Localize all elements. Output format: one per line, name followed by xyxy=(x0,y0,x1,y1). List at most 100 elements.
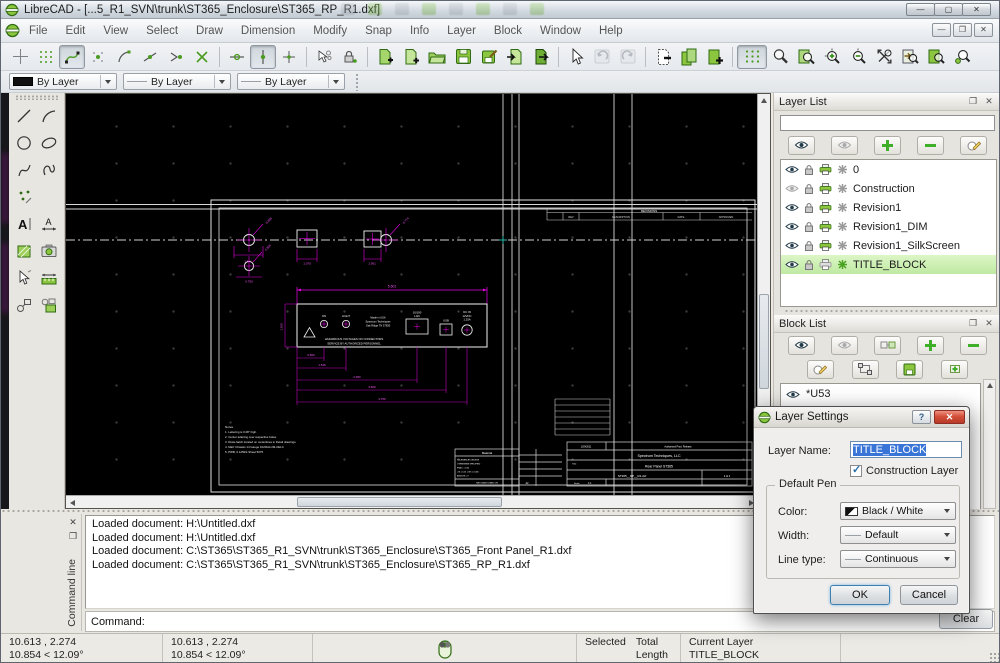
hide-all-blocks-button[interactable] xyxy=(831,336,858,355)
command-input[interactable] xyxy=(149,614,994,630)
block-list-scrollbar[interactable] xyxy=(983,379,996,509)
redo-button[interactable] xyxy=(615,45,641,69)
menu-block[interactable]: Block xyxy=(485,22,531,40)
layer-construction-icon[interactable] xyxy=(837,221,848,232)
snap-distance-button[interactable] xyxy=(276,45,302,69)
zoom-page-button[interactable] xyxy=(923,45,949,69)
zoom-out-button[interactable] xyxy=(845,45,871,69)
hide-all-layers-button[interactable] xyxy=(831,136,858,155)
snap-auto-button[interactable] xyxy=(250,45,276,69)
layer-row-selected[interactable]: TITLE_BLOCK xyxy=(781,255,996,274)
block-edit-tool-button[interactable] xyxy=(37,293,61,316)
maximize-button[interactable]: ▢ xyxy=(934,3,963,16)
layer-visible-icon[interactable] xyxy=(785,222,799,231)
selection-pointer-button[interactable] xyxy=(563,45,589,69)
pen-linetype-combobox[interactable]: By Layer xyxy=(237,73,345,90)
menu-dimension[interactable]: Dimension xyxy=(232,22,304,40)
arc-tool-button[interactable] xyxy=(37,104,61,127)
image-tool-button[interactable] xyxy=(37,239,61,262)
width-combobox[interactable]: Default xyxy=(840,526,956,544)
menu-info[interactable]: Info xyxy=(401,22,438,40)
color-combobox[interactable]: Black / White xyxy=(840,502,956,520)
dialog-close-button[interactable]: ✕ xyxy=(934,410,965,424)
measure-tool-button[interactable] xyxy=(37,266,61,289)
remove-block-button[interactable] xyxy=(960,336,987,355)
snap-middle-button[interactable] xyxy=(224,45,250,69)
menu-view[interactable]: View xyxy=(94,22,137,40)
menu-window[interactable]: Window xyxy=(531,22,590,40)
layer-construction-on-icon[interactable] xyxy=(837,259,848,270)
snap-endpoint-button[interactable] xyxy=(111,45,137,69)
layer-row[interactable]: Revision1_SilkScreen xyxy=(781,236,996,255)
polyline-tool-button[interactable] xyxy=(37,158,61,181)
horizontal-scroll-thumb[interactable] xyxy=(297,497,502,507)
import-button[interactable] xyxy=(502,45,528,69)
save-button[interactable] xyxy=(450,45,476,69)
pen-color-combobox[interactable]: By Layer xyxy=(9,73,117,90)
add-layer-button[interactable] xyxy=(874,136,901,155)
block-create-tool-button[interactable] xyxy=(12,293,36,316)
save-block-button[interactable] xyxy=(896,360,923,379)
layer-print-icon[interactable] xyxy=(819,221,832,232)
copy-button[interactable] xyxy=(676,45,702,69)
dimension-tool-button[interactable]: A xyxy=(37,212,61,235)
grid-toggle-button[interactable] xyxy=(737,45,767,69)
grid-points-button[interactable] xyxy=(33,45,59,69)
dialog-titlebar[interactable]: Layer Settings ? ✕ xyxy=(754,407,969,428)
show-all-blocks-button[interactable] xyxy=(788,336,815,355)
remove-layer-button[interactable] xyxy=(917,136,944,155)
close-button[interactable]: ✕ xyxy=(962,3,991,16)
zoom-previous-button[interactable] xyxy=(897,45,923,69)
line-tool-button[interactable] xyxy=(12,104,36,127)
layer-row[interactable]: 0 xyxy=(781,160,996,179)
menu-file[interactable]: File xyxy=(20,22,57,40)
close-document-button[interactable] xyxy=(650,45,676,69)
layer-print-off-icon[interactable] xyxy=(819,259,832,270)
export-button[interactable] xyxy=(528,45,554,69)
dock-splitter[interactable] xyxy=(784,309,991,313)
palette-drag-handle[interactable] xyxy=(15,95,58,100)
float-dock-icon[interactable]: ❐ xyxy=(67,530,80,542)
snap-grid-button[interactable] xyxy=(85,45,111,69)
toggle-block-visibility-button[interactable] xyxy=(874,336,901,355)
menu-select[interactable]: Select xyxy=(137,22,187,40)
layer-row[interactable]: Revision1 xyxy=(781,198,996,217)
restrict-orthogonal-button[interactable] xyxy=(311,45,337,69)
ok-button[interactable]: OK xyxy=(830,585,890,605)
ellipse-tool-button[interactable] xyxy=(37,131,61,154)
crosshair-button[interactable] xyxy=(7,45,33,69)
zoom-pan-button[interactable] xyxy=(949,45,975,69)
layer-lock-icon[interactable] xyxy=(804,202,814,213)
menu-edit[interactable]: Edit xyxy=(57,22,95,40)
layer-filter-input[interactable] xyxy=(780,115,995,131)
mdi-close-button[interactable]: ✕ xyxy=(974,23,993,37)
layer-construction-icon[interactable] xyxy=(837,164,848,175)
text-tool-button[interactable]: A xyxy=(12,212,36,235)
menu-snap[interactable]: Snap xyxy=(356,22,401,40)
insert-block-button[interactable] xyxy=(941,360,968,379)
layer-print-icon[interactable] xyxy=(819,202,832,213)
layer-visible-icon[interactable] xyxy=(785,165,799,174)
float-panel-icon[interactable]: ❐ xyxy=(966,96,980,108)
menu-draw[interactable]: Draw xyxy=(187,22,232,40)
layer-print-icon[interactable] xyxy=(819,240,832,251)
layer-row[interactable]: Construction xyxy=(781,179,996,198)
layer-lock-icon[interactable] xyxy=(804,164,814,175)
close-panel-icon[interactable]: ✕ xyxy=(982,96,996,108)
layer-visible-icon[interactable] xyxy=(785,260,799,269)
layer-construction-icon[interactable] xyxy=(837,202,848,213)
edit-block-attributes-button[interactable] xyxy=(807,360,834,379)
layer-hidden-icon[interactable] xyxy=(785,184,799,193)
snap-center-button[interactable] xyxy=(163,45,189,69)
hatch-tool-button[interactable] xyxy=(12,239,36,262)
layer-row[interactable]: Revision1_DIM xyxy=(781,217,996,236)
layer-visible-icon[interactable] xyxy=(785,241,799,250)
mdi-minimize-button[interactable]: — xyxy=(932,23,951,37)
spline-tool-button[interactable] xyxy=(12,158,36,181)
layer-name-input[interactable]: TITLE_BLOCK xyxy=(850,441,962,458)
pen-width-combobox[interactable]: By Layer xyxy=(123,73,231,90)
layer-visible-icon[interactable] xyxy=(785,203,799,212)
zoom-auto-button[interactable] xyxy=(871,45,897,69)
open-button[interactable] xyxy=(424,45,450,69)
resize-grip[interactable] xyxy=(989,652,999,662)
